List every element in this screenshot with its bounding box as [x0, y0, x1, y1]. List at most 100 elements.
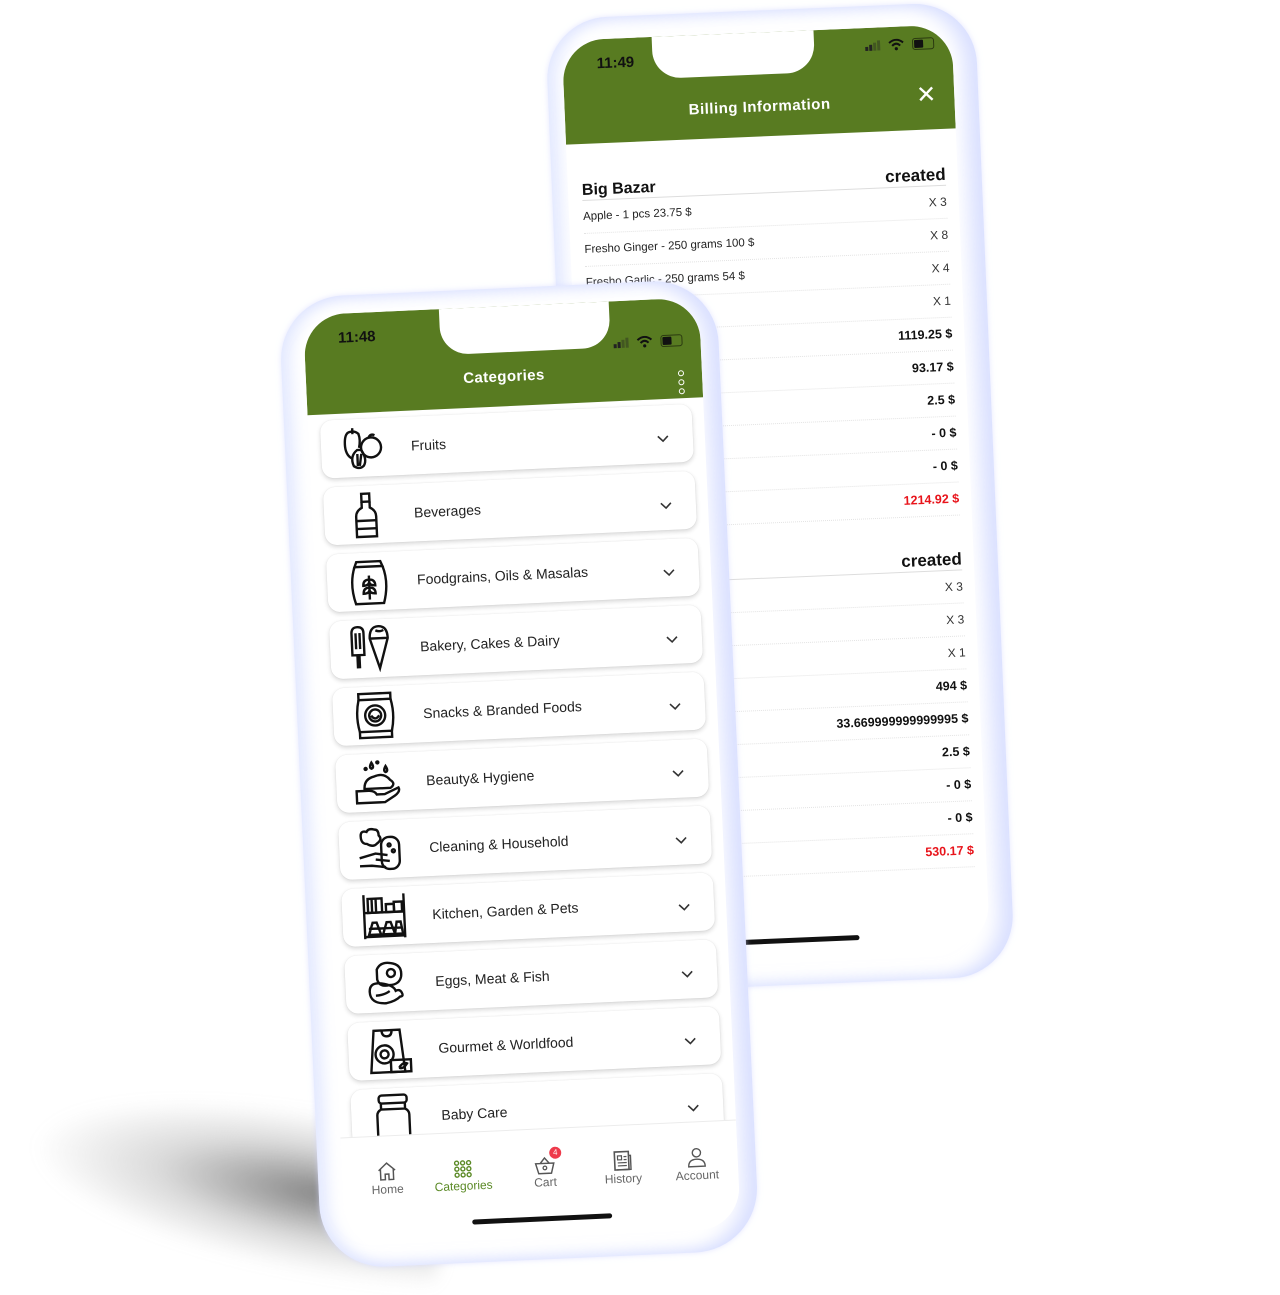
category-item[interactable]: Gourmet & Worldfood — [347, 1006, 722, 1081]
home-icon — [378, 1162, 396, 1181]
signal-icon — [613, 337, 629, 349]
item-name: Fresho Ginger - 250 grams 100 $ — [584, 236, 755, 256]
chevron-down-icon[interactable] — [681, 967, 694, 980]
wifi-icon — [636, 335, 653, 348]
category-list: Fruits Beverages Foodgrains, Oils & Masala… — [319, 403, 725, 1157]
status-time: 11:48 — [337, 328, 376, 347]
category-item[interactable]: Fruits — [319, 403, 695, 479]
bottom-tab-bar: Home Categories 4 Cart History Account — [340, 1119, 741, 1247]
total-value: - 0 $ — [931, 425, 957, 441]
fruits-icon — [336, 421, 390, 475]
categories-phone: 11:48 Categories Fruits Beverages Foodgrai… — [278, 278, 760, 1270]
category-item[interactable]: Foodgrains, Oils & Masalas — [325, 537, 701, 613]
total-value: - 0 $ — [932, 458, 959, 474]
ice-cream-icon — [345, 621, 399, 675]
category-label: Beauty& Hygiene — [425, 767, 535, 789]
category-item[interactable]: Bakery, Cakes & Dairy — [328, 604, 704, 680]
grid-icon — [453, 1159, 472, 1178]
notch — [651, 30, 816, 79]
bottle-icon — [339, 488, 393, 542]
order-status: created — [900, 549, 963, 571]
tab-cart[interactable]: 4 Cart — [509, 1146, 581, 1191]
grain-sack-icon — [342, 554, 396, 608]
cart-badge: 4 — [548, 1146, 562, 1160]
meat-icon — [360, 956, 414, 1010]
category-label: Kitchen, Garden & Pets — [431, 899, 579, 923]
order-status: created — [884, 164, 947, 187]
item-qty: X 4 — [931, 260, 950, 276]
item-name: Apple - 1 pcs 23.75 $ — [582, 206, 692, 223]
billing-header: 11:49 Billing Information ✕ — [561, 24, 956, 145]
close-icon[interactable]: ✕ — [916, 81, 937, 109]
category-label: Fruits — [410, 435, 447, 454]
gourmet-bag-icon — [363, 1023, 417, 1077]
kebab-menu-icon[interactable] — [677, 370, 685, 395]
total-value: - 0 $ — [947, 810, 973, 826]
item-qty: X 3 — [928, 194, 948, 210]
item-qty: X 1 — [947, 645, 966, 661]
shelf-icon — [357, 889, 411, 943]
tab-home[interactable]: Home — [351, 1155, 423, 1198]
status-time: 11:49 — [596, 53, 635, 73]
sponge-icon — [354, 822, 408, 876]
wifi-icon — [888, 38, 904, 51]
status-icons — [865, 37, 935, 52]
item-qty: X 3 — [944, 579, 964, 595]
receipt-icon — [613, 1150, 632, 1171]
category-label: Bakery, Cakes & Dairy — [419, 632, 561, 655]
chevron-down-icon[interactable] — [660, 499, 673, 512]
category-item[interactable]: Cleaning & Household — [338, 805, 713, 881]
category-item[interactable]: Kitchen, Garden & Pets — [341, 872, 716, 948]
item-qty: X 1 — [932, 293, 952, 309]
category-item[interactable]: Beverages — [322, 470, 698, 546]
battery-icon — [660, 334, 683, 348]
grand-total-value: 1214.92 $ — [903, 491, 960, 508]
tab-categories[interactable]: Categories — [427, 1151, 499, 1194]
signal-icon — [865, 40, 881, 52]
status-icons — [613, 334, 683, 349]
store-name: Big Bazar — [581, 178, 657, 200]
chevron-down-icon[interactable] — [678, 900, 691, 913]
chevron-down-icon[interactable] — [663, 566, 676, 579]
user-icon — [688, 1147, 706, 1168]
total-value: 93.17 $ — [911, 359, 954, 376]
tab-account[interactable]: Account — [661, 1141, 733, 1184]
home-indicator — [472, 1213, 613, 1225]
hand-soap-icon — [351, 755, 405, 809]
category-label: Baby Care — [441, 1103, 508, 1123]
total-value: 2.5 $ — [941, 744, 971, 760]
category-label: Foodgrains, Oils & Masalas — [416, 563, 589, 588]
category-label: Beverages — [413, 501, 482, 521]
chevron-down-icon[interactable] — [669, 700, 682, 713]
total-value: - 0 $ — [945, 777, 972, 793]
item-qty: X 8 — [929, 227, 949, 243]
category-item[interactable]: Eggs, Meat & Fish — [344, 939, 719, 1015]
total-value: 33.669999999999995 $ — [836, 711, 969, 731]
categories-screen: 11:48 Categories Fruits Beverages Foodgrai… — [302, 297, 741, 1247]
chevron-down-icon[interactable] — [684, 1034, 697, 1047]
chevron-down-icon[interactable] — [672, 767, 685, 780]
page-title: Categories — [462, 366, 546, 388]
snack-pack-icon — [348, 688, 402, 742]
page-title: Billing Information — [688, 95, 831, 119]
notch — [438, 301, 611, 356]
total-value: 1119.25 $ — [897, 326, 953, 343]
category-label: Snacks & Branded Foods — [422, 698, 583, 722]
battery-icon — [911, 37, 935, 51]
total-value: 2.5 $ — [926, 392, 956, 408]
category-label: Cleaning & Household — [428, 832, 569, 856]
category-item[interactable]: Beauty& Hygiene — [334, 738, 710, 814]
tab-history[interactable]: History — [587, 1144, 659, 1187]
category-label: Eggs, Meat & Fish — [434, 967, 550, 990]
chevron-down-icon[interactable] — [666, 633, 679, 646]
chevron-down-icon[interactable] — [687, 1101, 700, 1114]
categories-header: 11:48 Categories — [302, 297, 704, 416]
total-value: 494 $ — [935, 678, 968, 694]
item-qty: X 3 — [945, 612, 965, 628]
category-item[interactable]: Snacks & Branded Foods — [331, 671, 707, 747]
grand-total-value: 530.17 $ — [925, 843, 975, 860]
chevron-down-icon[interactable] — [657, 432, 670, 445]
home-indicator — [729, 935, 860, 946]
category-label: Gourmet & Worldfood — [437, 1033, 574, 1056]
chevron-down-icon[interactable] — [675, 833, 688, 846]
